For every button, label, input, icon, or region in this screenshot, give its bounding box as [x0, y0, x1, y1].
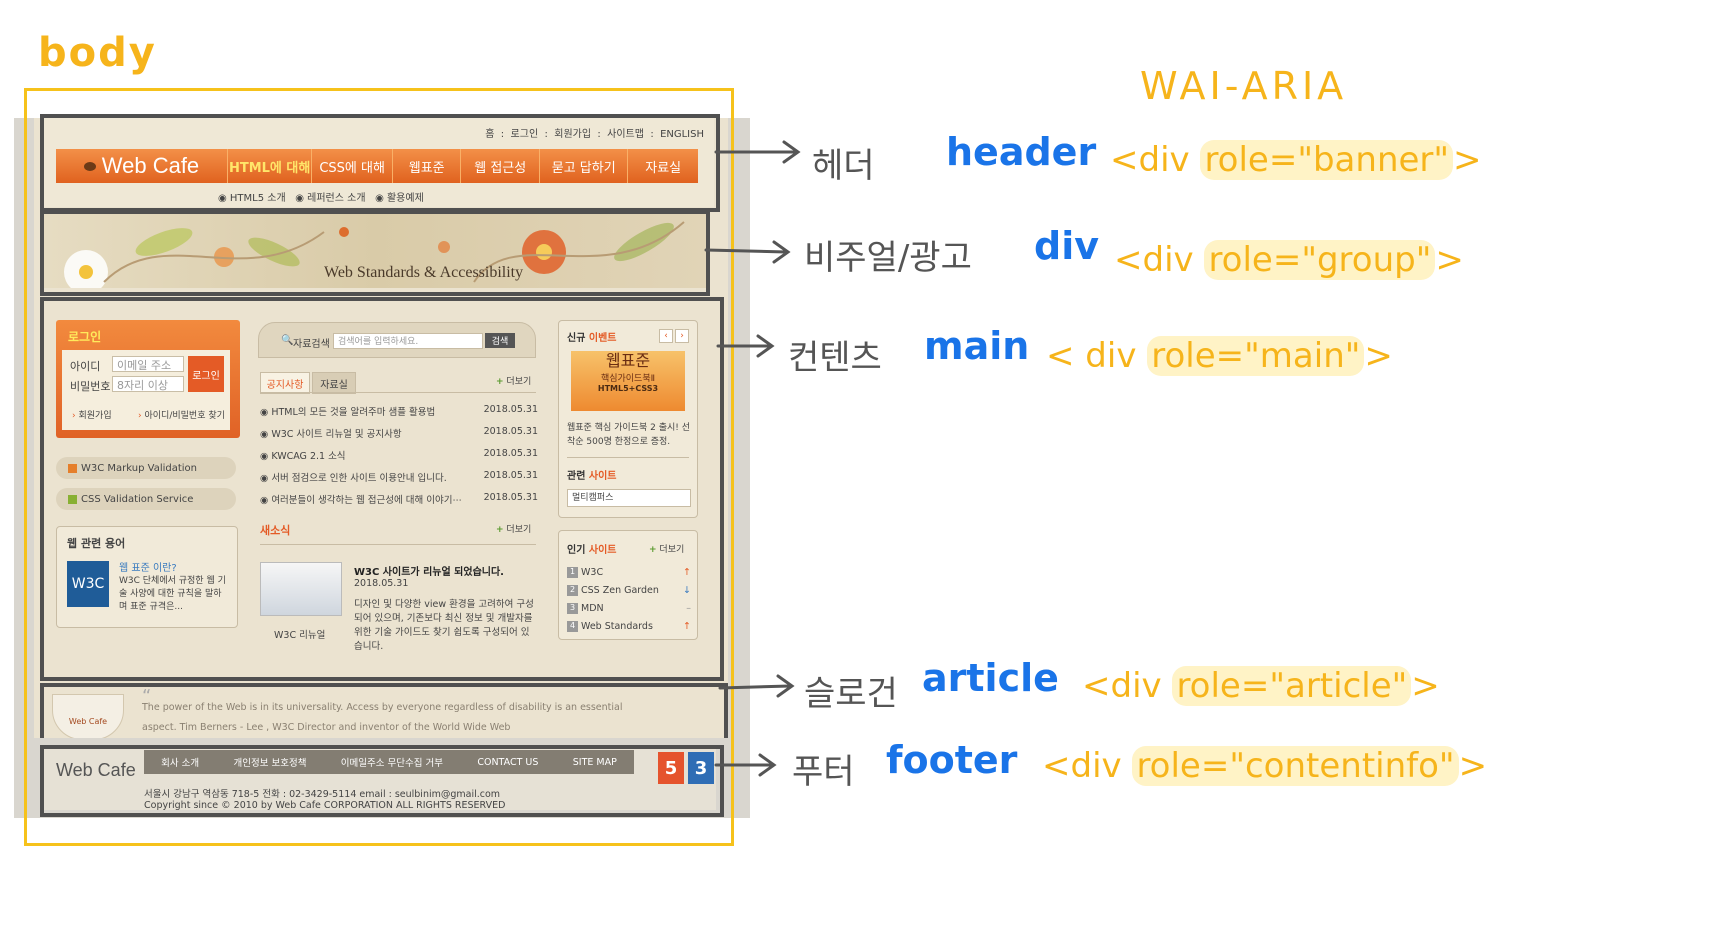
annotation-footer-code: <div role="contentinfo" > — [1042, 746, 1488, 786]
annotation-main-code: < div role="main" > — [1046, 336, 1393, 376]
annotation-footer-korean: 푸터 — [792, 752, 855, 792]
annotation-header-code: <div role="banner" > — [1110, 140, 1482, 180]
annotation-footer-tag: footer — [886, 738, 1018, 782]
annotation-main-tag: main — [924, 324, 1030, 368]
annotation-visual-tag: div — [1034, 224, 1099, 268]
annotation-article-tag: article — [922, 656, 1059, 700]
annotation-visual-code: <div role="group" > — [1114, 240, 1464, 280]
annotation-header-korean: 헤더 — [812, 146, 875, 186]
annotation-article-korean: 슬로건 — [804, 674, 898, 714]
annotation-article-code: <div role="article" > — [1082, 666, 1440, 706]
annotation-header-tag: header — [946, 130, 1097, 174]
wai-aria-title: WAI-ARIA — [1140, 64, 1348, 108]
annotation-visual-korean: 비주얼/광고 — [804, 238, 972, 278]
annotation-main-korean: 컨텐츠 — [788, 338, 882, 378]
